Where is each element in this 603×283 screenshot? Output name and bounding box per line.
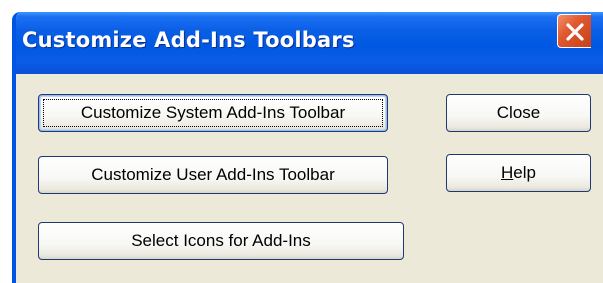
select-icons-button[interactable]: Select Icons for Add-Ins [38,222,404,260]
customize-system-toolbar-button[interactable]: Customize System Add-Ins Toolbar [38,94,388,132]
close-button[interactable]: Close [446,94,591,132]
select-icons-label: Select Icons for Add-Ins [131,231,311,250]
customize-user-toolbar-button[interactable]: Customize User Add-Ins Toolbar [38,156,388,194]
dialog-title: Customize Add-Ins Toolbars [22,28,355,52]
help-label: Help [501,164,536,181]
help-label-rest: elp [513,163,536,182]
close-x-icon [566,23,584,41]
title-bar[interactable]: Customize Add-Ins Toolbars [16,12,603,74]
customize-user-toolbar-label: Customize User Add-Ins Toolbar [91,165,335,184]
help-button[interactable]: Help [446,154,591,192]
customize-system-toolbar-label: Customize System Add-Ins Toolbar [80,103,346,122]
close-window-button[interactable] [557,14,591,48]
help-mnemonic: H [501,163,514,182]
close-label: Close [496,103,541,122]
